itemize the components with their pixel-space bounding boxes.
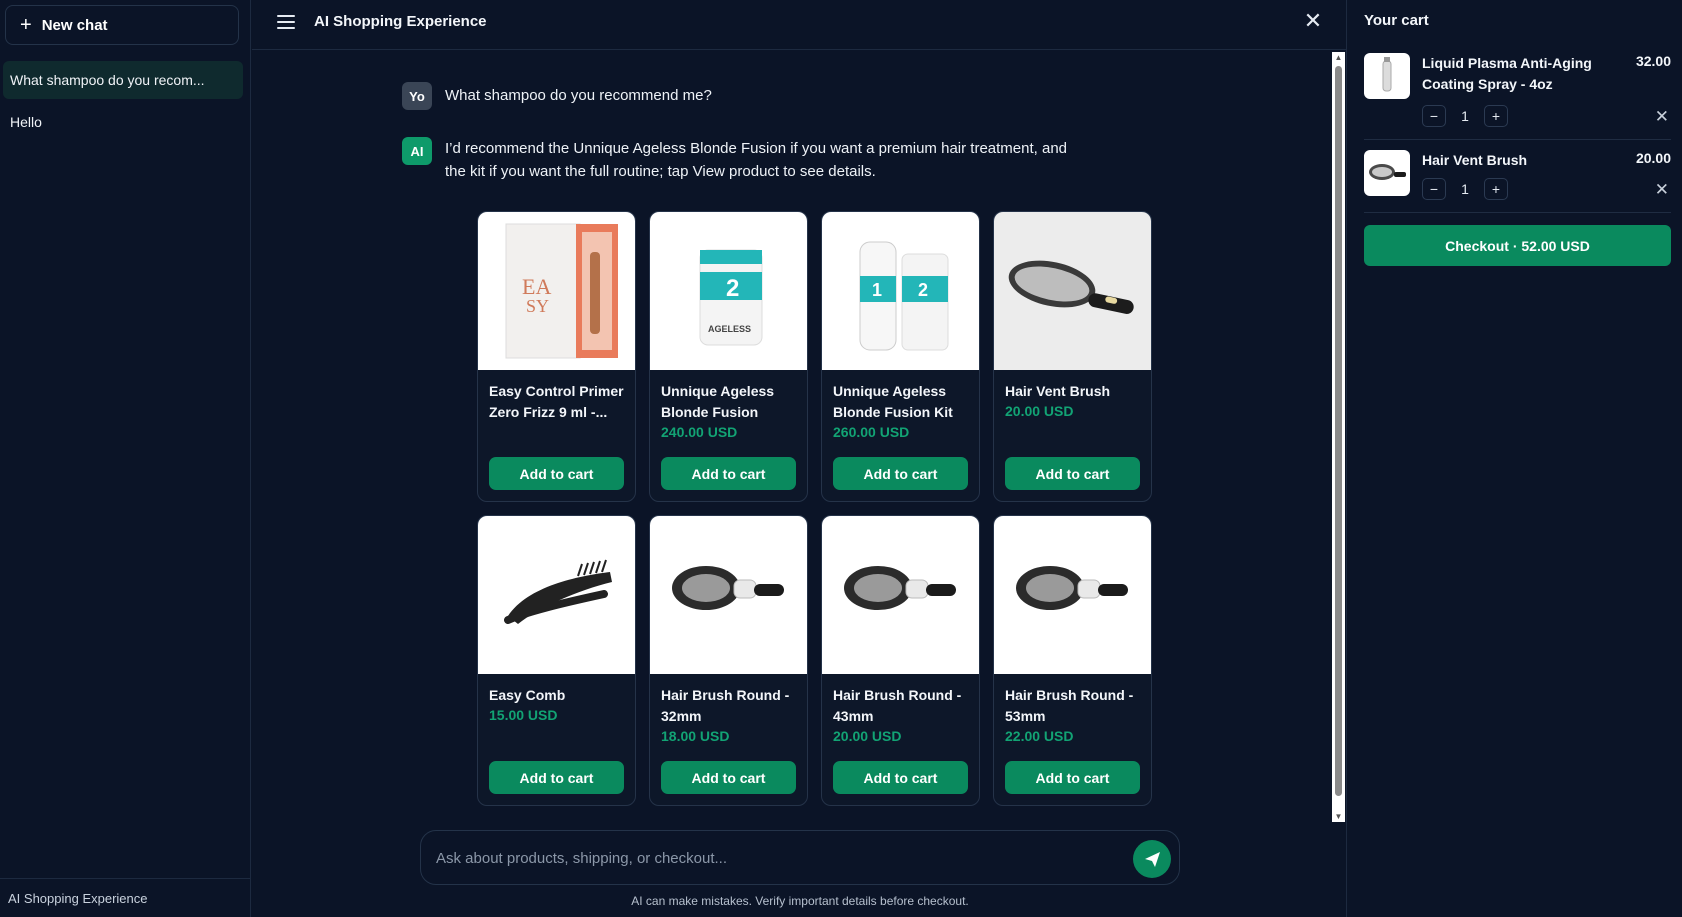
send-icon — [1145, 852, 1160, 867]
product-price: 22.00 USD — [1005, 728, 1074, 744]
add-to-cart-button[interactable]: Add to cart — [1005, 761, 1140, 794]
product-image-primer[interactable]: EA SY — [478, 212, 635, 370]
product-image-round-brush[interactable] — [650, 516, 807, 674]
quantity-stepper: − 1 + — [1422, 178, 1508, 200]
product-price: 260.00 USD — [833, 424, 910, 440]
cart-panel: Your cart Liquid Plasma Anti-Aging Coati… — [1346, 0, 1682, 917]
chat-scrollbar[interactable]: ▲ ▼ — [1332, 52, 1345, 822]
quantity-stepper: − 1 + — [1422, 105, 1508, 127]
product-name[interactable]: Hair Brush Round - 53mm — [1005, 685, 1145, 727]
product-image-jar[interactable]: 2 AGELESS — [650, 212, 807, 370]
svg-text:1: 1 — [872, 280, 882, 300]
product-name[interactable]: Hair Vent Brush — [1005, 381, 1145, 402]
product-card[interactable]: Hair Brush Round - 32mm 18.00 USD Add to… — [649, 515, 808, 806]
product-name[interactable]: Unnique Ageless Blonde Fusion Kit — [833, 381, 973, 423]
svg-text:2: 2 — [918, 280, 928, 300]
product-price: 20.00 USD — [1005, 403, 1074, 419]
user-message: Yo What shampoo do you recommend me? — [402, 82, 1125, 110]
product-card[interactable]: EA SY Easy Control Primer Zero Frizz 9 m… — [477, 211, 636, 502]
add-to-cart-button[interactable]: Add to cart — [661, 457, 796, 490]
cart-item: Liquid Plasma Anti-Aging Coating Spray -… — [1364, 53, 1671, 140]
svg-text:SY: SY — [526, 296, 549, 316]
history-item-hello[interactable]: Hello — [3, 103, 243, 141]
user-message-text: What shampoo do you recommend me? — [445, 87, 712, 104]
product-image-round-brush[interactable] — [822, 516, 979, 674]
remove-item-close-icon[interactable]: ✕ — [1655, 107, 1669, 127]
cart-item-thumbnail — [1364, 150, 1410, 196]
cart-item: Hair Vent Brush 20.00 − 1 + ✕ — [1364, 150, 1671, 213]
disclaimer-text: AI can make mistakes. Verify important d… — [631, 894, 969, 908]
svg-text:AGELESS: AGELESS — [708, 324, 751, 334]
close-icon[interactable]: ✕ — [1302, 10, 1324, 32]
sidebar: + New chat What shampoo do you recom... … — [0, 0, 251, 917]
add-to-cart-button[interactable]: Add to cart — [833, 761, 968, 794]
product-card[interactable]: Hair Vent Brush 20.00 USD Add to cart — [993, 211, 1152, 502]
message-composer — [420, 830, 1180, 885]
scrollbar-thumb[interactable] — [1335, 66, 1342, 796]
chat-scroll-area: Yo What shampoo do you recommend me? AI … — [252, 50, 1346, 820]
cart-item-thumbnail — [1364, 53, 1410, 99]
remove-item-close-icon[interactable]: ✕ — [1655, 180, 1669, 200]
ai-message: AI I’d recommend the Unnique Ageless Blo… — [402, 137, 1085, 183]
cart-title: Your cart — [1364, 12, 1429, 29]
scroll-down-arrow-icon[interactable]: ▼ — [1334, 812, 1343, 821]
product-card[interactable]: Hair Brush Round - 53mm 22.00 USD Add to… — [993, 515, 1152, 806]
decrease-quantity-button[interactable]: − — [1422, 178, 1446, 200]
ai-avatar: AI — [402, 137, 432, 165]
product-card[interactable]: 2 AGELESS Unnique Ageless Blonde Fusion … — [649, 211, 808, 502]
product-price: 240.00 USD — [661, 424, 738, 440]
cart-item-price: 32.00 — [1635, 53, 1671, 69]
page-title: AI Shopping Experience — [314, 13, 487, 30]
add-to-cart-button[interactable]: Add to cart — [833, 457, 968, 490]
quantity-value: 1 — [1461, 181, 1469, 197]
product-image-vent-brush[interactable] — [994, 212, 1151, 370]
product-card[interactable]: Easy Comb 15.00 USD Add to cart — [477, 515, 636, 806]
add-to-cart-button[interactable]: Add to cart — [489, 761, 624, 794]
cart-item-name: Hair Vent Brush — [1422, 152, 1528, 168]
add-to-cart-button[interactable]: Add to cart — [1005, 457, 1140, 490]
new-chat-label: New chat — [41, 16, 108, 34]
scroll-up-arrow-icon[interactable]: ▲ — [1334, 53, 1343, 62]
product-card[interactable]: Hair Brush Round - 43mm 20.00 USD Add to… — [821, 515, 980, 806]
product-price: 20.00 USD — [833, 728, 902, 744]
message-input[interactable] — [436, 843, 1096, 873]
sidebar-footer: AI Shopping Experience — [0, 878, 251, 917]
product-name[interactable]: Hair Brush Round - 32mm — [661, 685, 801, 727]
svg-text:2: 2 — [726, 275, 739, 302]
new-chat-button[interactable]: + New chat — [5, 5, 239, 45]
product-price: 15.00 USD — [489, 707, 558, 723]
decrease-quantity-button[interactable]: − — [1422, 105, 1446, 127]
add-to-cart-button[interactable]: Add to cart — [489, 457, 624, 490]
hamburger-menu-icon[interactable] — [277, 15, 295, 29]
product-name[interactable]: Easy Comb — [489, 685, 629, 706]
cart-item-name: Liquid Plasma Anti-Aging Coating Spray -… — [1422, 55, 1592, 92]
ai-message-text: I’d recommend the Unnique Ageless Blonde… — [445, 140, 1068, 180]
add-to-cart-button[interactable]: Add to cart — [661, 761, 796, 794]
product-name[interactable]: Unnique Ageless Blonde Fusion — [661, 381, 801, 423]
user-avatar: Yo — [402, 82, 432, 110]
send-button[interactable] — [1133, 840, 1171, 878]
product-image-kit[interactable]: 1 2 — [822, 212, 979, 370]
plus-icon: + — [20, 14, 32, 36]
product-name[interactable]: Easy Control Primer Zero Frizz 9 ml -... — [489, 381, 629, 423]
increase-quantity-button[interactable]: + — [1484, 105, 1508, 127]
history-item-shampoo[interactable]: What shampoo do you recom... — [3, 61, 243, 99]
cart-item-price: 20.00 — [1635, 150, 1671, 166]
product-price: 18.00 USD — [661, 728, 730, 744]
product-image-round-brush[interactable] — [994, 516, 1151, 674]
topbar: AI Shopping Experience ✕ — [252, 0, 1346, 50]
product-card[interactable]: 1 2 Unnique Ageless Blonde Fusion Kit 26… — [821, 211, 980, 502]
increase-quantity-button[interactable]: + — [1484, 178, 1508, 200]
checkout-button[interactable]: Checkout · 52.00 USD — [1364, 225, 1671, 266]
chat-history: What shampoo do you recom... Hello — [3, 61, 243, 145]
product-name[interactable]: Hair Brush Round - 43mm — [833, 685, 973, 727]
quantity-value: 1 — [1461, 108, 1469, 124]
product-image-comb[interactable] — [478, 516, 635, 674]
